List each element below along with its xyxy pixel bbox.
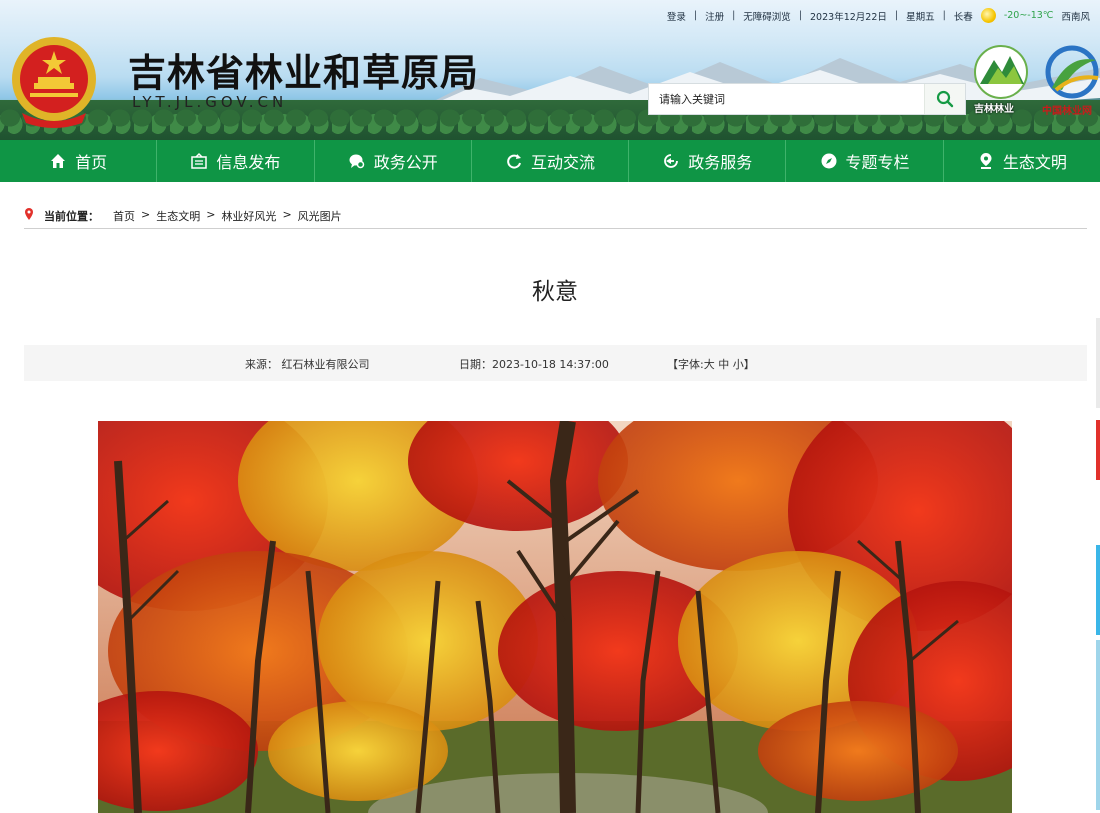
search-button[interactable]	[924, 84, 965, 114]
nav-item-label: 政务公开	[373, 153, 438, 172]
nav-item-services[interactable]: 政务服务	[629, 140, 787, 182]
nav-item-label: 政务服务	[688, 153, 753, 172]
breadcrumb-separator: >	[141, 208, 151, 221]
compass-icon	[821, 153, 837, 169]
nav-item-government-affairs[interactable]: 政务公开	[315, 140, 472, 182]
nav-item-label: 首页	[75, 153, 108, 172]
site-domain: LYT.JL.GOV.CN	[132, 93, 288, 111]
article-title: 秋意	[532, 279, 578, 305]
current-weekday: 星期五	[906, 11, 935, 23]
site-title[interactable]: 吉林省林业和草原局	[128, 42, 479, 97]
breadcrumb: 当前位置： 首页 > 生态文明 > 林业好风光 > 风光图片	[24, 208, 1087, 229]
breadcrumb-item-forestry-scenery[interactable]: 林业好风光	[221, 208, 276, 224]
jilin-forestry-logo-icon	[974, 45, 1028, 99]
nav-item-interaction[interactable]: 互动交流	[472, 140, 630, 182]
breadcrumb-separator: >	[282, 208, 292, 221]
search-icon	[936, 90, 954, 108]
nav-item-home[interactable]: 首页	[0, 140, 158, 182]
chat-search-icon	[349, 154, 364, 169]
side-float-banner-blue[interactable]	[1096, 545, 1100, 635]
site-header: 登录 | 注册 | 无障碍浏览 | 2023年12月22日 | 星期五 | 长春…	[0, 0, 1100, 140]
article-date: 日期：2023-10-18 14:37:00	[459, 358, 609, 371]
refresh-icon	[507, 154, 521, 169]
national-emblem-icon[interactable]	[8, 33, 100, 129]
nav-item-label: 专题专栏	[845, 153, 910, 172]
register-link[interactable]: 注册	[705, 9, 724, 23]
jilin-forestry-logo[interactable]: 吉林林业	[970, 44, 1032, 116]
top-utility-bar: 登录 | 注册 | 无障碍浏览 | 2023年12月22日 | 星期五 | 长春…	[666, 8, 1090, 23]
info-board-icon	[191, 152, 208, 169]
side-float-banner-light[interactable]	[1096, 640, 1100, 810]
nav-item-label: 互动交流	[530, 153, 595, 172]
breadcrumb-item-home[interactable]: 首页	[113, 208, 135, 224]
nav-item-label: 生态文明	[1002, 153, 1067, 172]
nav-item-ecology[interactable]: 生态文明	[944, 140, 1100, 182]
nav-item-special-topics[interactable]: 专题专栏	[786, 140, 944, 182]
china-forestry-logo-text: 中国林业网	[1042, 106, 1092, 117]
article-source: 来源： 红石林业有限公司	[245, 358, 370, 371]
main-nav: 首页 信息发布 政务公开 互动交流 政务服务 专题专栏 生态文明	[0, 140, 1100, 182]
china-forestry-logo[interactable]: 中国林业网	[1038, 44, 1100, 117]
current-date: 2023年12月22日	[810, 11, 887, 23]
breadcrumb-separator: >	[206, 208, 216, 221]
location-pin-icon	[25, 208, 33, 220]
side-float-widget[interactable]	[1096, 318, 1100, 408]
side-float-banner-red[interactable]	[1096, 420, 1100, 480]
service-icon	[664, 154, 679, 168]
search-input[interactable]	[649, 91, 924, 107]
breadcrumb-item-scenery-pictures[interactable]: 风光图片	[298, 208, 342, 224]
weather-city: 长春	[953, 11, 973, 23]
autumn-forest-photo	[98, 421, 1012, 813]
nav-item-label: 信息发布	[216, 153, 281, 172]
weather-temperature: -20~-13℃	[1003, 10, 1054, 21]
article-meta-bar: 来源： 红石林业有限公司 日期：2023-10-18 14:37:00 【字体:…	[24, 345, 1087, 381]
china-forestry-logo-icon	[1045, 45, 1099, 99]
search-box	[648, 83, 966, 115]
font-size-switcher[interactable]: 【字体:大 中 小】	[667, 356, 755, 372]
breadcrumb-label: 当前位置：	[44, 210, 99, 223]
accessible-browse-link[interactable]: 无障碍浏览	[743, 9, 791, 23]
nav-item-info-release[interactable]: 信息发布	[157, 140, 315, 182]
weather-wind: 西南风	[1061, 11, 1090, 23]
home-icon	[51, 154, 66, 168]
login-link[interactable]: 登录	[667, 9, 686, 23]
location-icon	[980, 153, 992, 169]
jilin-forestry-logo-text: 吉林林业	[974, 104, 1014, 115]
breadcrumb-item-ecology[interactable]: 生态文明	[156, 208, 200, 224]
sunny-icon	[980, 8, 996, 23]
